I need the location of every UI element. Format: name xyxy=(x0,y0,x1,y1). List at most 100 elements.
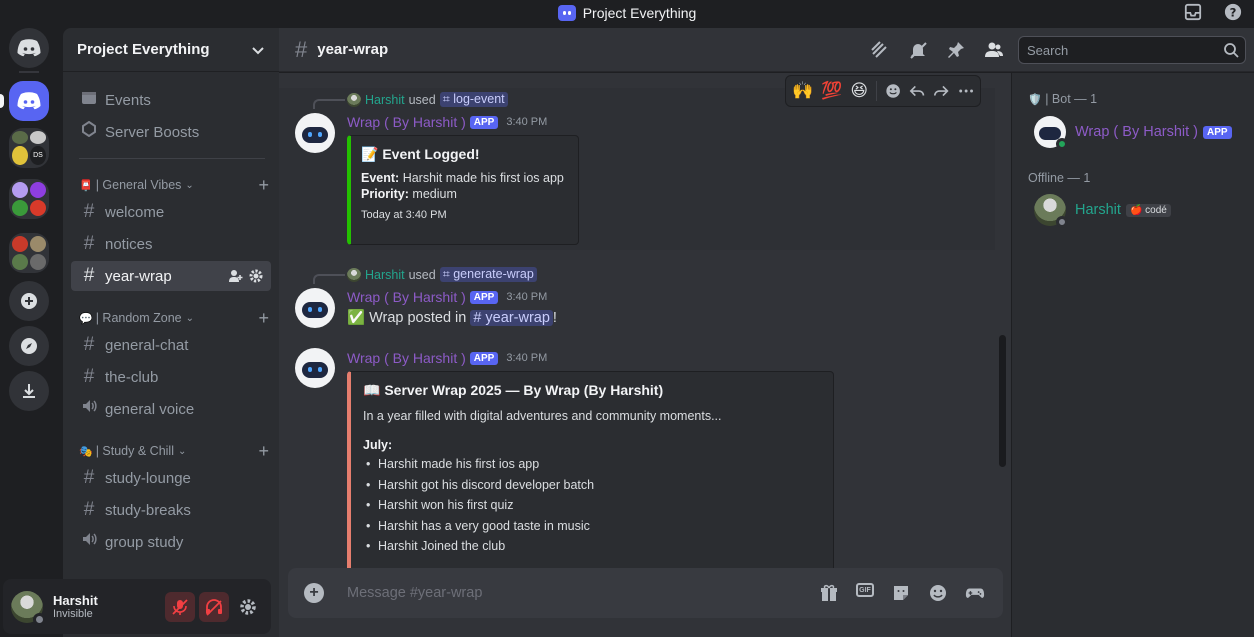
deafen-button[interactable] xyxy=(199,591,229,622)
folder-server-icon xyxy=(12,236,28,252)
reaction-laughing[interactable]: 😆 xyxy=(850,81,868,101)
download-apps-button[interactable] xyxy=(9,371,49,411)
channel-study-lounge[interactable]: # study-lounge xyxy=(71,463,271,493)
search-input[interactable]: Search xyxy=(1018,36,1246,64)
list-item: Harshit made his first ios app xyxy=(363,457,821,478)
inbox-icon[interactable] xyxy=(1184,3,1202,21)
attach-plus-icon[interactable]: + xyxy=(304,583,324,603)
command-context: Harshit used ⌗ generate-wrap xyxy=(347,267,537,282)
create-invite-icon[interactable] xyxy=(229,269,243,283)
reaction-raised-hands[interactable]: 🙌 xyxy=(792,81,813,101)
category-label: | Random Zone xyxy=(95,311,182,325)
channel-year-wrap[interactable]: # year-wrap xyxy=(71,261,271,291)
server-header[interactable]: Project Everything xyxy=(63,28,279,72)
mute-button[interactable] xyxy=(165,591,195,622)
message-header: Wrap ( By Harshit ) APP 3:40 PM xyxy=(347,289,547,305)
embed-title: 📝 Event Logged! xyxy=(361,146,480,162)
server-logo-icon xyxy=(17,92,41,110)
member-name: Wrap ( By Harshit ) xyxy=(1075,124,1199,140)
add-channel-icon[interactable]: + xyxy=(258,308,269,329)
server-folder-2[interactable] xyxy=(9,179,49,219)
category-label: | Study & Chill xyxy=(95,444,174,458)
member-row-bot[interactable]: Wrap ( By Harshit ) APP xyxy=(1034,116,1232,150)
help-icon[interactable]: ? xyxy=(1224,3,1242,21)
avatar[interactable] xyxy=(295,288,335,328)
more-options-icon[interactable] xyxy=(958,82,974,100)
channel-label: study-breaks xyxy=(105,501,191,519)
sidebar-item-events[interactable]: Events xyxy=(71,85,271,115)
add-reaction-icon[interactable] xyxy=(885,82,901,100)
author-name[interactable]: Wrap ( By Harshit ) xyxy=(347,114,466,130)
avatar[interactable] xyxy=(295,348,335,388)
channel-label: welcome xyxy=(105,203,165,221)
boost-icon xyxy=(79,120,99,143)
add-channel-icon[interactable]: + xyxy=(258,441,269,462)
message-input[interactable]: Message #year-wrap xyxy=(347,585,482,601)
reaction-100[interactable]: 💯 xyxy=(821,81,842,101)
channel-welcome[interactable]: # welcome xyxy=(71,197,271,227)
gear-icon[interactable] xyxy=(249,269,263,283)
gif-icon[interactable]: GIF xyxy=(856,583,874,597)
category-label: | Bot — 1 xyxy=(1045,92,1098,106)
channel-the-club[interactable]: # the-club xyxy=(71,362,271,392)
speaker-icon xyxy=(79,398,99,420)
notification-bell-off-icon[interactable] xyxy=(908,40,928,60)
avatar[interactable] xyxy=(11,590,46,626)
command-user[interactable]: Harshit xyxy=(365,268,405,282)
user-settings-button[interactable] xyxy=(233,592,263,622)
folder-server-icon xyxy=(12,131,28,144)
command-name[interactable]: ⌗ log-event xyxy=(439,92,508,107)
download-icon xyxy=(23,384,35,398)
list-item: Harshit got his discord developer batch xyxy=(363,478,821,499)
avatar xyxy=(1034,116,1068,150)
server-project-everything[interactable] xyxy=(9,81,49,121)
status-invisible-icon xyxy=(33,612,46,626)
command-name[interactable]: ⌗ generate-wrap xyxy=(439,267,537,282)
gift-icon[interactable] xyxy=(819,583,839,603)
command-label: log-event xyxy=(453,92,505,106)
discover-button[interactable] xyxy=(9,326,49,366)
compass-icon xyxy=(21,338,37,354)
author-name[interactable]: Wrap ( By Harshit ) xyxy=(347,289,466,305)
server-folder-3[interactable] xyxy=(9,233,49,273)
channel-study-breaks[interactable]: # study-breaks xyxy=(71,495,271,525)
list-item: Harshit won his first quiz xyxy=(363,498,821,519)
member-list-icon[interactable] xyxy=(984,40,1004,60)
member-row-user[interactable]: Harshit 🍎 codé xyxy=(1034,194,1171,228)
hash-icon: # xyxy=(83,233,95,254)
channel-label: the-club xyxy=(105,368,159,386)
app-badge: APP xyxy=(469,115,499,129)
sticker-icon[interactable] xyxy=(891,583,911,603)
sidebar-item-server-boosts[interactable]: Server Boosts xyxy=(71,117,271,147)
pin-icon[interactable] xyxy=(946,40,966,60)
channel-title: year-wrap xyxy=(317,41,389,58)
channel-label: group study xyxy=(105,533,184,551)
threads-icon[interactable] xyxy=(870,40,890,60)
category-general-vibes[interactable]: 📮 | General Vibes ⌄ + xyxy=(79,175,269,196)
author-name[interactable]: Wrap ( By Harshit ) xyxy=(347,350,466,366)
activities-gamepad-icon[interactable] xyxy=(965,583,985,603)
voice-channel-group-study[interactable]: group study xyxy=(71,527,271,557)
speaker-icon xyxy=(79,531,99,553)
add-channel-icon[interactable]: + xyxy=(258,175,269,196)
chat-scrollbar[interactable] xyxy=(999,335,1006,467)
server-folder-1[interactable]: DS xyxy=(9,128,49,168)
emoji-icon[interactable] xyxy=(928,583,948,603)
command-user[interactable]: Harshit xyxy=(365,93,405,107)
channel-sidebar: Project Everything Events Server Boosts … xyxy=(63,28,279,637)
channel-notices[interactable]: # notices xyxy=(71,229,271,259)
reply-icon[interactable] xyxy=(909,82,925,100)
channel-mention[interactable]: # year-wrap xyxy=(470,309,553,326)
direct-messages-button[interactable] xyxy=(9,28,49,68)
channel-label: general-chat xyxy=(105,336,189,354)
folder-server-icon xyxy=(12,200,28,216)
window-title: Project Everything xyxy=(582,5,697,21)
avatar[interactable] xyxy=(295,113,335,153)
forward-icon[interactable] xyxy=(933,82,950,100)
voice-channel-general-voice[interactable]: general voice xyxy=(71,394,271,424)
add-server-button[interactable] xyxy=(9,281,49,321)
message-text-suffix: ! xyxy=(552,309,557,326)
category-random-zone[interactable]: 💬 | Random Zone ⌄ + xyxy=(79,308,269,329)
category-study-chill[interactable]: 🎭 | Study & Chill ⌄ + xyxy=(79,441,269,462)
channel-general-chat[interactable]: # general-chat xyxy=(71,330,271,360)
